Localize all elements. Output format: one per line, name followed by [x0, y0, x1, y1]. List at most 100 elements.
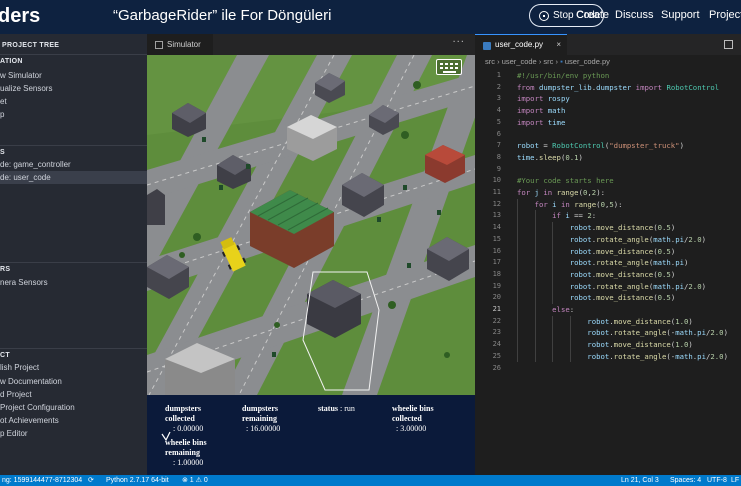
code-line[interactable]: robot.rotate_angle(math.pi): [517, 257, 689, 269]
stat-label: status: [318, 404, 339, 413]
stop-icon: [539, 10, 549, 21]
left-sidebar: PROJECT TREE ATION w Simulator ualize Se…: [0, 34, 147, 475]
close-tab-icon[interactable]: ×: [556, 35, 561, 55]
stat-label: dumpsters: [165, 404, 202, 413]
sidebar-item-visualize-sensors[interactable]: ualize Sensors: [0, 82, 147, 95]
simulator-tab-icon: [155, 40, 163, 49]
stat-label: remaining: [165, 448, 200, 457]
line-number: 11: [492, 188, 501, 196]
line-number: 12: [492, 199, 501, 208]
line-number: 17: [492, 258, 501, 267]
keyboard-icon[interactable]: [436, 59, 462, 75]
sidebar-item-project-configuration[interactable]: Project Configuration: [0, 401, 147, 414]
stat-label: dumpsters: [242, 404, 279, 413]
sidebar-item-robot-achievements[interactable]: ot Achievements: [0, 414, 147, 427]
sidebar-item-publish-project[interactable]: lish Project: [0, 361, 147, 374]
nav-create[interactable]: Create: [576, 9, 609, 21]
line-number: 7: [496, 141, 501, 150]
line-number: 23: [492, 328, 501, 337]
sidebar-item-help[interactable]: p: [0, 108, 147, 121]
brand-logo[interactable]: ders: [0, 5, 40, 28]
code-line[interactable]: robot.move_distance(0.5): [517, 246, 676, 258]
line-number: 20: [492, 293, 501, 302]
line-number: 13: [492, 211, 501, 220]
status-indentation[interactable]: Spaces: 4: [670, 475, 701, 486]
breadcrumb-item[interactable]: user_code.py: [565, 57, 610, 66]
line-number: 2: [496, 82, 501, 91]
stat-label: wheelie bins: [165, 438, 207, 447]
code-line[interactable]: robot.rotate_angle(-math.pi/2.0): [517, 351, 728, 363]
sidebar-item-camera-sensors[interactable]: nera Sensors: [0, 276, 147, 289]
sidebar-item-app-editor[interactable]: p Editor: [0, 427, 147, 440]
code-line[interactable]: #!/usr/bin/env python: [517, 70, 609, 82]
breadcrumb-item[interactable]: user_code: [502, 57, 537, 66]
project-tree-header[interactable]: PROJECT TREE: [0, 39, 147, 52]
more-actions-icon[interactable]: ···: [452, 37, 465, 48]
status-eol[interactable]: LF: [731, 475, 739, 486]
breadcrumb-item[interactable]: src: [543, 57, 553, 66]
checkmark-icon: [161, 431, 171, 441]
code-line[interactable]: import math: [517, 105, 565, 117]
code-line[interactable]: robot = RobotControl("dumpster_truck"): [517, 140, 684, 152]
sync-icon[interactable]: ⟳: [88, 475, 94, 486]
line-number: 9: [496, 164, 501, 173]
code-line[interactable]: robot.move_distance(0.5): [517, 269, 676, 281]
section-simulation: ATION: [0, 58, 23, 65]
status-bar: ng: 1599144477-8712304 ⟳ Python 2.7.17 6…: [0, 475, 741, 486]
status-problems[interactable]: ⊗ 1 ⚠ 0: [182, 475, 208, 486]
nav-discuss[interactable]: Discuss: [615, 9, 654, 21]
tab-user-code-py[interactable]: user_code.py ×: [475, 34, 567, 55]
tab-user-code-label: user_code.py: [495, 40, 544, 49]
section-sensors: RS: [0, 266, 11, 273]
line-number: 14: [492, 223, 501, 232]
line-number: 8: [496, 152, 501, 161]
sidebar-item-reset[interactable]: et: [0, 95, 147, 108]
stat-dumpsters-collected: dumpsters collected : 0.00000: [165, 404, 203, 434]
split-editor-icon[interactable]: [724, 40, 733, 49]
sidebar-item-user-code[interactable]: de: user_code: [0, 171, 147, 184]
tab-simulator[interactable]: Simulator: [147, 34, 213, 55]
stat-dumpsters-remaining: dumpsters remaining : 16.00000: [242, 404, 280, 434]
house: [147, 189, 165, 225]
code-line[interactable]: else:: [517, 304, 574, 316]
sidebar-item-view-documentation[interactable]: w Documentation: [0, 375, 147, 388]
code-line[interactable]: robot.move_distance(1.0): [517, 339, 693, 351]
sidebar-item-game-controller[interactable]: de: game_controller: [0, 158, 147, 171]
code-line[interactable]: robot.rotate_angle(-math.pi/2.0): [517, 327, 728, 339]
stat-wheelie-collected: wheelie bins collected : 3.00000: [392, 404, 434, 434]
status-branch[interactable]: ng: 1599144477-8712304: [2, 475, 82, 486]
code-line[interactable]: import rospy: [517, 93, 570, 105]
code-editor[interactable]: 1 2 3 4 5 6 7 8 9 10 11 12 13 14 15 16 17 18 19 20 21 22 23 24 2…: [475, 69, 741, 475]
code-line[interactable]: robot.move_distance(0.5): [517, 292, 676, 304]
sidebar-item-load-project[interactable]: d Project: [0, 388, 147, 401]
python-file-icon: ▪: [560, 57, 563, 66]
code-line[interactable]: if i == 2:: [517, 210, 596, 222]
nav-projects[interactable]: Projects: [709, 9, 741, 21]
code-line[interactable]: from dumpster_lib.dumpster import RobotC…: [517, 82, 719, 94]
stat-status: status : run: [318, 404, 355, 414]
code-line[interactable]: robot.move_distance(1.0): [517, 316, 693, 328]
stat-label: remaining: [242, 414, 277, 423]
editor-tab-bar: user_code.py ×: [475, 34, 741, 55]
code-line[interactable]: robot.rotate_angle(math.pi/2.0): [517, 234, 706, 246]
breadcrumb-item[interactable]: src: [485, 57, 495, 66]
simulator-viewport[interactable]: [147, 55, 475, 395]
status-encoding[interactable]: UTF-8: [707, 475, 727, 486]
city-scene: [147, 55, 475, 395]
simulator-tab-bar: Simulator ···: [147, 34, 475, 55]
line-number: 24: [492, 340, 501, 349]
code-line[interactable]: for i in range(0,5):: [517, 199, 623, 211]
nav-support[interactable]: Support: [661, 9, 700, 21]
code-line[interactable]: #Your code starts here: [517, 175, 614, 187]
python-file-icon: [483, 42, 491, 50]
line-number: 15: [492, 234, 501, 243]
code-line[interactable]: import time: [517, 117, 565, 129]
line-number: 26: [492, 363, 501, 372]
status-cursor-position[interactable]: Ln 21, Col 3: [621, 475, 659, 486]
code-line[interactable]: time.sleep(0.1): [517, 152, 583, 164]
status-python-interpreter[interactable]: Python 2.7.17 64-bit: [106, 475, 169, 486]
code-line[interactable]: robot.move_distance(0.5): [517, 222, 676, 234]
code-line[interactable]: robot.rotate_angle(math.pi/2.0): [517, 281, 706, 293]
code-line[interactable]: for j in range(0,2):: [517, 187, 605, 199]
sidebar-item-view-simulator[interactable]: w Simulator: [0, 69, 147, 82]
